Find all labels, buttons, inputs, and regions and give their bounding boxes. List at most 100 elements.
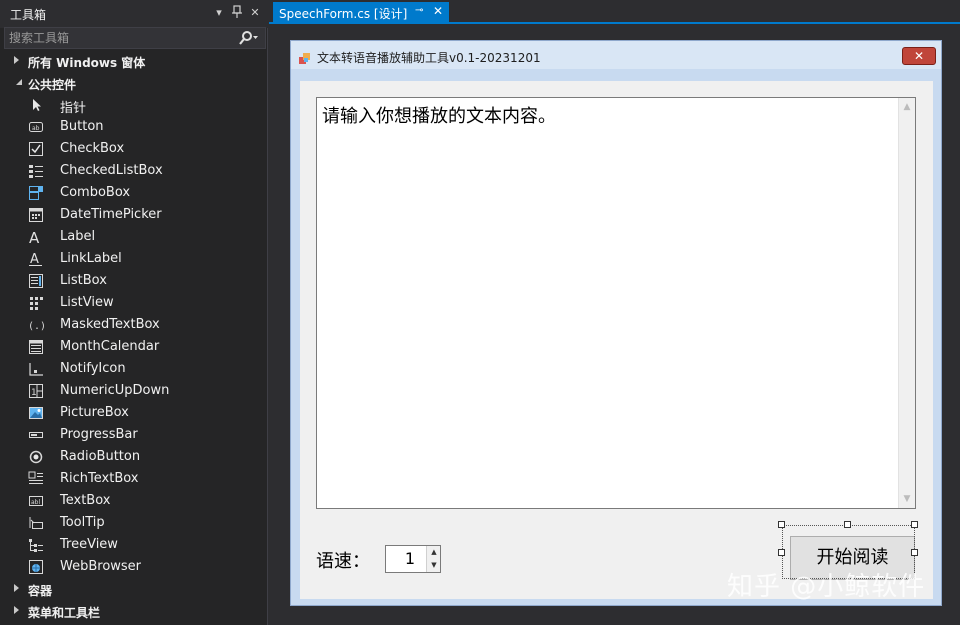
combobox-icon [28,185,44,201]
toolbox-item-combobox[interactable]: ComboBox [0,182,266,204]
category-label: 所有 Windows 窗体 [28,56,146,70]
tab-speechform-design[interactable]: SpeechForm.cs [设计] ⊸ ✕ [273,2,449,22]
toolbox-item-pointer[interactable]: 指针 [0,94,266,116]
dropdown-arrow-icon[interactable]: ▾ [212,5,226,21]
toolbox-item-picturebox[interactable]: PictureBox [0,402,266,424]
scroll-down-icon[interactable]: ▼ [902,494,912,504]
speed-label: 语速： [316,551,370,572]
toolbox-search-input[interactable] [9,30,229,46]
svg-text:ab: ab [32,125,40,132]
expand-arrow-icon[interactable] [14,56,19,64]
checkbox-icon [28,141,44,157]
toolbox-item-label: CheckedListBox [60,163,163,178]
speed-numeric-updown[interactable]: 1 ▲ ▼ [385,545,441,573]
form-close-button[interactable]: ✕ [902,47,936,65]
checked-listbox-icon [28,163,44,179]
toolbox-item-monthcalendar[interactable]: MonthCalendar [0,336,266,358]
category-label: 公共控件 [28,78,77,92]
toolbox-item-radiobutton[interactable]: RadioButton [0,446,266,468]
toolbox-item-listbox[interactable]: ListBox [0,270,266,292]
toolbox-item-richtextbox[interactable]: RichTextBox [0,468,266,490]
toolbox-item-label: Button [60,119,104,134]
resize-handle[interactable] [778,549,785,556]
monthcalendar-icon [28,339,44,355]
resize-handle[interactable] [844,521,851,528]
toolbox-item-label: 指针 [60,101,87,116]
label-icon: A [28,229,44,247]
text-input-area[interactable]: 请输入你想播放的文本内容。 ▲ ▼ [316,97,916,509]
pointer-icon [28,97,44,113]
toolbox-item-label: PictureBox [60,405,129,420]
toolbox-item-label: TreeView [60,537,118,552]
expand-arrow-icon[interactable] [14,584,19,592]
radiobutton-icon [28,449,44,465]
resize-handle[interactable] [778,521,785,528]
toolbox-item-linklabel[interactable]: A LinkLabel [0,248,266,270]
svg-text:A: A [30,252,39,267]
category-all-windows-forms[interactable]: 所有 Windows 窗体 [0,50,266,72]
category-common-controls[interactable]: 公共控件 [0,72,266,94]
toolbox-item-checkedlistbox[interactable]: CheckedListBox [0,160,266,182]
toolbox-item-checkbox[interactable]: CheckBox [0,138,266,160]
form-title-bar: 文本转语音播放辅助工具v0.1-20231201 ✕ [291,41,941,69]
toolbox-item-label: LinkLabel [60,251,122,266]
datetimepicker-icon [28,207,44,223]
pin-tab-icon[interactable]: ⊸ [415,5,423,16]
toolbox-item-label[interactable]: A Label [0,226,266,248]
toolbox-item-label: ListBox [60,273,107,288]
spin-down-icon[interactable]: ▼ [429,559,439,571]
resize-handle[interactable] [911,521,918,528]
toolbox-item-button[interactable]: ab Button [0,116,266,138]
spin-up-icon[interactable]: ▲ [429,546,439,558]
toolbox-item-progressbar[interactable]: ProgressBar [0,424,266,446]
category-label: 菜单和工具栏 [28,606,101,620]
category-containers[interactable]: 容器 [0,578,266,600]
maskedtextbox-icon: (.)- [28,317,52,333]
form-client-area: 请输入你想播放的文本内容。 ▲ ▼ 语速： 1 ▲ ▼ 开始阅读 [300,81,933,599]
notifyicon-icon [28,361,44,377]
toolbox-item-treeview[interactable]: TreeView [0,534,266,556]
toolbox-item-numericupdown[interactable]: 1 NumericUpDown [0,380,266,402]
resize-handle[interactable] [911,549,918,556]
toolbox-item-listview[interactable]: ListView [0,292,266,314]
speed-value[interactable]: 1 [396,549,424,568]
toolbox-item-maskedtextbox[interactable]: (.)- MaskedTextBox [0,314,266,336]
pin-icon[interactable] [230,5,244,21]
toolbox-item-label: Label [60,229,96,244]
watermark: 知乎 @小鲸软件 [727,572,926,602]
tab-label: SpeechForm.cs [设计] [279,7,408,21]
toolbox-item-textbox[interactable]: abl TextBox [0,490,266,512]
toolbox-item-notifyicon[interactable]: NotifyIcon [0,358,266,380]
toolbox-item-datetimepicker[interactable]: DateTimePicker [0,204,266,226]
category-menus-toolbars[interactable]: 菜单和工具栏 [0,600,266,622]
scroll-up-icon[interactable]: ▲ [902,102,912,112]
search-icon[interactable] [239,30,258,46]
toolbox-item-label: NotifyIcon [60,361,126,376]
vertical-scrollbar[interactable]: ▲ ▼ [898,98,915,508]
designer-form[interactable]: 文本转语音播放辅助工具v0.1-20231201 ✕ 请输入你想播放的文本内容。… [290,40,942,606]
toolbox-item-label: RichTextBox [60,471,139,486]
toolbox-search-box[interactable] [4,27,266,49]
toolbox-item-webbrowser[interactable]: WebBrowser [0,556,266,578]
toolbox-item-label: MaskedTextBox [60,317,160,332]
toolbox-item-label: ComboBox [60,185,131,200]
close-icon[interactable]: ✕ [248,5,262,21]
speed-spinner[interactable]: ▲ ▼ [426,546,440,572]
listview-icon [28,295,44,311]
form-title: 文本转语音播放辅助工具v0.1-20231201 [317,51,541,65]
expand-arrow-icon[interactable] [14,606,19,614]
svg-text:1: 1 [31,388,37,398]
webbrowser-icon [28,559,44,575]
progressbar-icon [28,427,44,443]
toolbox-item-label: ToolTip [60,515,105,530]
toolbox-panel: 工具箱 ▾ ✕ 所有 Windows 窗体 公共控件 [0,0,268,625]
toolbox-item-tooltip[interactable]: ToolTip [0,512,266,534]
picturebox-icon [28,405,44,421]
close-tab-icon[interactable]: ✕ [433,4,443,18]
toolbox-list: 所有 Windows 窗体 公共控件 指针 ab Button CheckBox… [0,50,266,622]
textbox-icon: abl [28,493,44,509]
form-app-icon [299,50,311,64]
collapse-arrow-icon[interactable] [16,79,22,85]
toolbox-item-label: CheckBox [60,141,125,156]
svg-text:(.)-: (.)- [28,321,44,332]
